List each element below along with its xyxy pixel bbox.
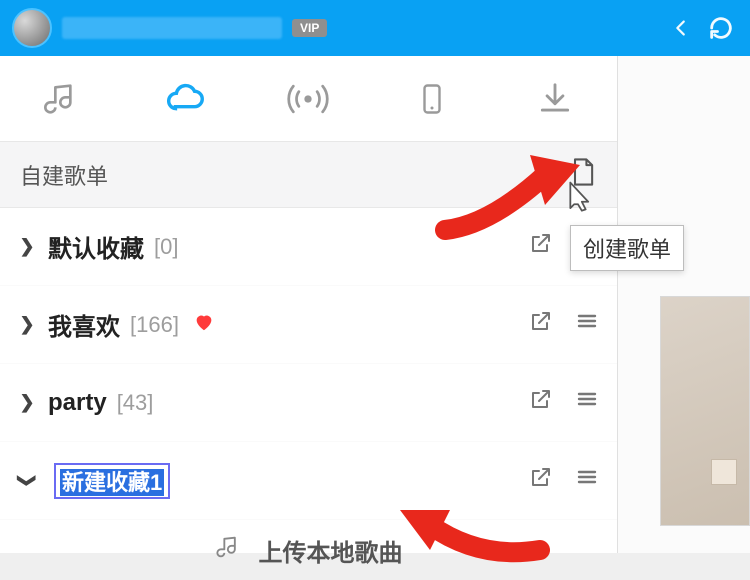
music-note-icon [215, 533, 243, 568]
source-tabbar [0, 56, 617, 142]
playlist-row[interactable]: ❯ party [43] [0, 364, 617, 442]
playlist-row-editing[interactable]: ❯ 新建收藏1 [0, 442, 617, 520]
content-panel [618, 56, 750, 553]
titlebar: VIP [0, 0, 750, 56]
share-icon[interactable] [529, 309, 553, 340]
chevron-right-icon: ❯ [18, 392, 36, 413]
section-header-user-playlists: 自建歌单 [0, 142, 617, 208]
section-title: 自建歌单 [20, 159, 108, 191]
create-playlist-button[interactable] [569, 156, 597, 194]
playlist-count: [0] [154, 234, 178, 260]
playlist-name: 默认收藏 [48, 229, 144, 264]
playlist-name: 我喜欢 [48, 307, 120, 342]
tab-device[interactable] [397, 73, 467, 125]
sidebar-panel: 自建歌单 ❯ 默认收藏 [0] ❯ 我喜欢 [166] [0, 56, 618, 553]
playlist-count: [43] [117, 390, 154, 416]
tab-cloud[interactable] [150, 73, 220, 125]
tab-downloads[interactable] [520, 73, 590, 125]
playlist-count: [166] [130, 312, 179, 338]
share-icon[interactable] [529, 387, 553, 418]
playlist-name-editing-text: 新建收藏1 [60, 469, 164, 496]
playlist-name: party [48, 389, 107, 417]
avatar[interactable] [12, 8, 52, 48]
heart-icon [193, 311, 215, 339]
username-redacted [62, 17, 282, 39]
menu-icon[interactable] [575, 387, 599, 418]
content-thumbnail [660, 296, 750, 526]
playlist-row[interactable]: ❯ 默认收藏 [0] [0, 208, 617, 286]
upload-local-label: 上传本地歌曲 [259, 533, 403, 568]
chevron-right-icon: ❯ [18, 236, 36, 257]
vip-badge: VIP [292, 19, 327, 37]
share-icon[interactable] [529, 231, 553, 262]
upload-local-songs-button[interactable]: 上传本地歌曲 [0, 520, 617, 580]
menu-icon[interactable] [575, 309, 599, 340]
chevron-right-icon: ❯ [18, 314, 36, 335]
tab-local-music[interactable] [27, 73, 97, 125]
playlist-row[interactable]: ❯ 我喜欢 [166] [0, 286, 617, 364]
playlist-name-input[interactable]: 新建收藏1 [54, 463, 170, 499]
tab-radio[interactable] [273, 73, 343, 125]
share-icon[interactable] [529, 465, 553, 496]
chevron-down-icon: ❯ [17, 472, 38, 490]
tooltip-create-playlist: 创建歌单 [570, 225, 684, 271]
back-icon[interactable] [664, 11, 698, 45]
menu-icon[interactable] [575, 465, 599, 496]
refresh-icon[interactable] [704, 11, 738, 45]
